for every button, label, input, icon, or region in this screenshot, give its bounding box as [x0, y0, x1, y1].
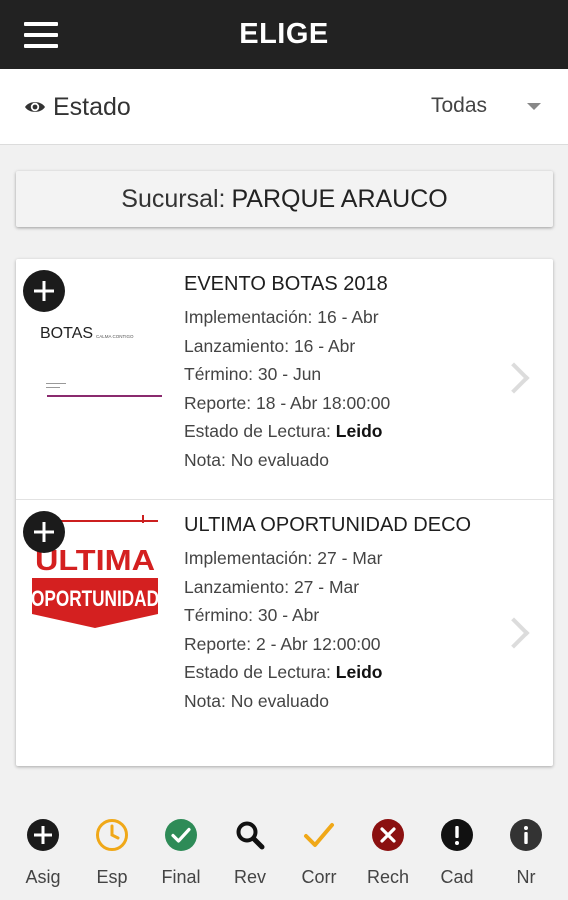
estado-label: Estado [53, 92, 131, 121]
legend-final[interactable]: Final [147, 812, 215, 888]
x-circle-icon [371, 818, 405, 852]
campaign-card[interactable]: BOTAS CALMA CONTIGO EVENTO BOTAS 2018 Im… [16, 259, 553, 500]
line-value: No evaluado [230, 690, 329, 711]
clock-icon [95, 818, 129, 852]
campaign-details: ULTIMA OPORTUNIDAD DECO Implementación: … [184, 513, 474, 715]
reporte-line: Reporte: 2 - Abr 12:00:00 [184, 630, 474, 659]
legend-label: Final [161, 867, 201, 887]
legend-label: Corr [301, 867, 337, 887]
line-value: 16 - Abr [317, 307, 379, 327]
legend-label: Cad [440, 867, 474, 887]
legend-label: Nr [516, 867, 536, 887]
line-label: Implementación: [184, 307, 313, 327]
legend-label: Rech [366, 867, 410, 887]
plus-circle-icon [26, 818, 60, 852]
lanzamiento-line: Lanzamiento: 27 - Mar [184, 573, 474, 602]
line-value: Leido [335, 662, 383, 682]
implementacion-line: Implementación: 27 - Mar [184, 544, 474, 573]
checkmark-icon [302, 818, 336, 852]
line-value: Leido [335, 421, 383, 441]
dropdown-value: Todas [431, 94, 488, 117]
line-label: Término: [184, 364, 254, 384]
campaign-details: EVENTO BOTAS 2018 Implementación: 16 - A… [184, 272, 474, 474]
legend-label: Asig [25, 867, 61, 887]
legend-cad[interactable]: Cad [423, 812, 491, 888]
campaign-title: ULTIMA OPORTUNIDAD DECO [184, 514, 472, 536]
legend-nr[interactable]: Nr [492, 812, 560, 888]
sucursal-value: PARQUE ARAUCO [231, 184, 448, 213]
reporte-line: Reporte: 18 - Abr 18:00:00 [184, 389, 474, 418]
line-value: 16 - Abr [293, 335, 356, 356]
line-value: No evaluado [230, 449, 329, 470]
estado-filter: Estado [24, 91, 131, 123]
campaign-list: BOTAS CALMA CONTIGO EVENTO BOTAS 2018 Im… [16, 259, 553, 766]
sucursal-label: Sucursal: [121, 184, 226, 213]
legend-rev[interactable]: Rev [216, 812, 284, 888]
line-label: Lanzamiento: [184, 335, 290, 356]
line-label: Reporte: [184, 633, 252, 654]
line-label: Nota: [184, 449, 226, 470]
line-label: Implementación: [184, 548, 313, 568]
caret-down-icon [527, 103, 541, 110]
line-label: Lanzamiento: [184, 576, 290, 597]
legend-esp[interactable]: Esp [78, 812, 146, 888]
legend-corr[interactable]: Corr [285, 812, 353, 888]
legend-asig[interactable]: Asig [9, 812, 77, 888]
line-value: 2 - Abr 12:00:00 [256, 633, 381, 654]
add-circle-icon[interactable] [23, 270, 65, 312]
line-value: 27 - Mar [317, 548, 383, 568]
line-label: Nota: [184, 690, 226, 711]
nota-line: Nota: No evaluado [184, 687, 474, 716]
info-circle-icon [509, 818, 543, 852]
eye-icon [25, 102, 45, 112]
line-value: 30 - Abr [257, 605, 320, 625]
magnifier-icon [233, 818, 267, 852]
app-header: ELIGE [0, 0, 568, 69]
thumb-sub-text: CALMA CONTIGO [96, 334, 134, 339]
estado-dropdown[interactable]: Todas [420, 89, 548, 123]
check-circle-icon [164, 818, 198, 852]
line-value: 27 - Mar [293, 576, 360, 597]
chevron-right-icon[interactable] [498, 617, 530, 649]
legend-rech[interactable]: Rech [354, 812, 422, 888]
lanzamiento-line: Lanzamiento: 16 - Abr [184, 332, 474, 361]
termino-line: Término: 30 - Jun [184, 360, 474, 389]
line-value: 30 - Jun [257, 364, 322, 384]
app-title: ELIGE [239, 18, 329, 50]
line-value: 18 - Abr 18:00:00 [256, 392, 391, 413]
line-label: Reporte: [184, 392, 252, 413]
estado-lectura-line: Estado de Lectura: Leido [184, 658, 474, 687]
menu-icon[interactable] [24, 22, 58, 48]
sucursal-header: Sucursal: PARQUE ARAUCO [16, 171, 553, 227]
campaign-card[interactable]: ULTIMA OPORTUNIDAD ULTIMA OPORTUNIDAD DE… [16, 500, 553, 766]
exclamation-circle-icon [440, 818, 474, 852]
legend-label: Rev [233, 867, 266, 887]
nota-line: Nota: No evaluado [184, 446, 474, 475]
chevron-right-icon[interactable] [498, 362, 530, 394]
line-label: Término: [184, 605, 254, 625]
add-circle-icon[interactable] [23, 511, 65, 553]
campaign-title: EVENTO BOTAS 2018 [184, 273, 388, 295]
termino-line: Término: 30 - Abr [184, 601, 474, 630]
status-legend: Asig Esp Final Rev Corr Rech Cad Nr [0, 812, 568, 900]
line-label: Estado de Lectura: [184, 662, 331, 682]
thumb-brand-text: BOTAS [40, 325, 93, 342]
filter-bar: Estado Todas [0, 69, 568, 145]
estado-lectura-line: Estado de Lectura: Leido [184, 417, 474, 446]
legend-label: Esp [96, 867, 128, 887]
thumb-word-oportunidad: OPORTUNIDAD [31, 586, 159, 611]
implementacion-line: Implementación: 16 - Abr [184, 303, 474, 332]
line-label: Estado de Lectura: [184, 421, 331, 441]
